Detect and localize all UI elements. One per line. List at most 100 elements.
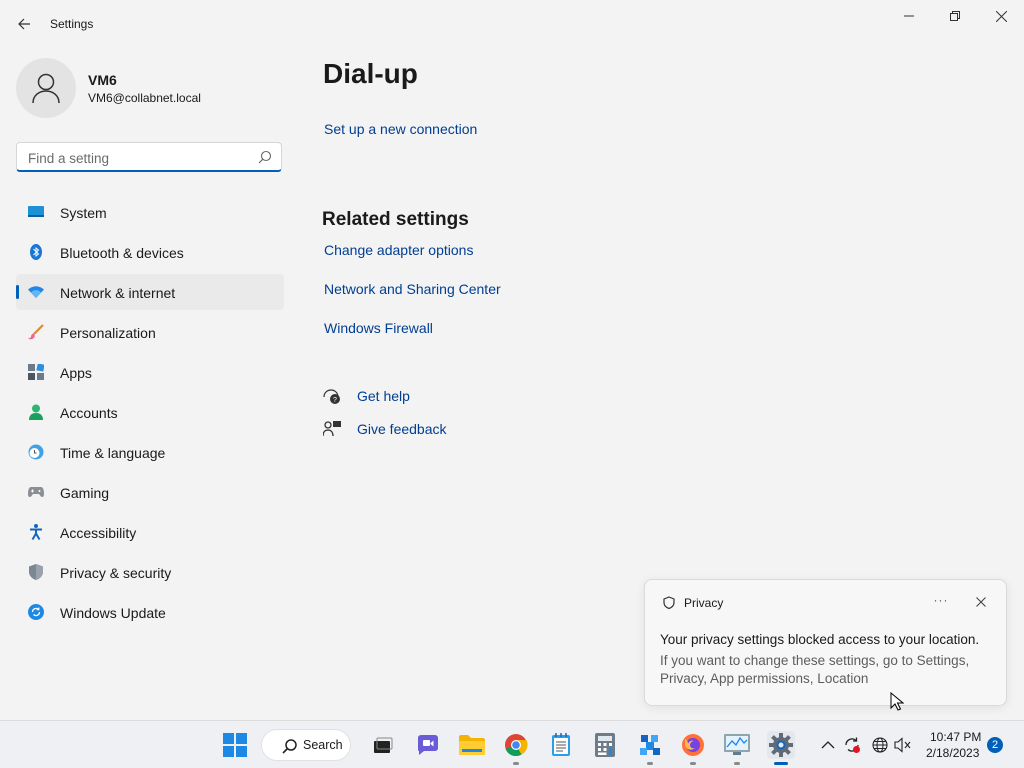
resource-monitor-button[interactable] bbox=[723, 731, 751, 765]
sidebar-item-apps[interactable]: Apps bbox=[16, 354, 284, 390]
user-name: VM6 bbox=[88, 72, 117, 88]
more-options-button[interactable]: ··· bbox=[932, 593, 950, 611]
start-button[interactable] bbox=[221, 731, 249, 759]
network-sharing-center-link[interactable]: Network and Sharing Center bbox=[324, 281, 501, 297]
settings-search-box[interactable] bbox=[16, 142, 282, 172]
chrome-icon bbox=[505, 734, 528, 757]
windows-firewall-link[interactable]: Windows Firewall bbox=[324, 320, 433, 336]
sidebar-item-label: Privacy & security bbox=[60, 565, 172, 581]
wifi-icon bbox=[28, 284, 44, 300]
mouse-cursor-icon bbox=[890, 692, 904, 711]
sync-alert-icon bbox=[845, 737, 860, 753]
clock-time[interactable]: 10:47 PM bbox=[930, 730, 981, 744]
task-view-icon bbox=[374, 737, 393, 753]
give-feedback-label: Give feedback bbox=[357, 421, 447, 437]
sidebar-item-privacy-security[interactable]: Privacy & security bbox=[16, 554, 284, 590]
chevron-up-icon bbox=[821, 741, 835, 749]
running-indicator bbox=[690, 762, 696, 765]
task-view-button[interactable] bbox=[369, 731, 397, 759]
sidebar-item-label: Gaming bbox=[60, 485, 110, 501]
accessibility-icon bbox=[28, 524, 44, 540]
close-icon bbox=[995, 10, 1007, 22]
minimize-button[interactable] bbox=[886, 0, 932, 32]
update-icon bbox=[28, 604, 44, 620]
sidebar-item-windows-update[interactable]: Windows Update bbox=[16, 594, 284, 630]
sidebar-item-label: Accessibility bbox=[60, 525, 137, 541]
network-status-button[interactable] bbox=[870, 735, 890, 755]
windows-logo-icon bbox=[223, 733, 247, 757]
avatar[interactable] bbox=[16, 58, 76, 118]
chrome-button[interactable] bbox=[502, 731, 530, 765]
shield-icon bbox=[28, 564, 44, 580]
firefox-icon bbox=[682, 734, 704, 756]
sidebar-item-gaming[interactable]: Gaming bbox=[16, 474, 284, 510]
show-hidden-icons-button[interactable] bbox=[818, 735, 838, 755]
sidebar-item-time-language[interactable]: Time & language bbox=[16, 434, 284, 470]
network-app-button[interactable] bbox=[636, 731, 664, 765]
folder-icon bbox=[459, 735, 485, 755]
sidebar-item-label: System bbox=[60, 205, 107, 221]
gamepad-icon bbox=[28, 484, 44, 500]
get-help-label: Get help bbox=[357, 388, 410, 404]
restore-icon bbox=[950, 11, 960, 21]
brush-icon bbox=[28, 324, 44, 340]
running-indicator bbox=[734, 762, 740, 765]
sidebar-item-label: Apps bbox=[60, 365, 92, 381]
running-indicator bbox=[513, 762, 519, 765]
settings-app-button[interactable] bbox=[767, 731, 795, 765]
volume-button[interactable] bbox=[893, 735, 913, 755]
change-adapter-options-link[interactable]: Change adapter options bbox=[324, 242, 473, 258]
notification-app-name: Privacy bbox=[684, 596, 724, 610]
dismiss-notification-button[interactable] bbox=[973, 594, 989, 610]
sidebar-item-system[interactable]: System bbox=[16, 194, 284, 230]
privacy-notification[interactable]: Privacy ··· Your privacy settings blocke… bbox=[644, 579, 1007, 706]
active-app-indicator bbox=[774, 762, 788, 765]
setup-new-connection-link[interactable]: Set up a new connection bbox=[324, 121, 477, 137]
file-explorer-button[interactable] bbox=[458, 731, 486, 759]
globe-icon bbox=[872, 737, 888, 753]
taskbar-search-button[interactable]: Search bbox=[261, 729, 351, 761]
help-icon: ? bbox=[322, 386, 342, 406]
search-icon bbox=[282, 739, 297, 754]
minimize-icon bbox=[904, 15, 914, 17]
close-icon bbox=[976, 597, 986, 607]
notification-count-badge[interactable]: 2 bbox=[987, 737, 1003, 753]
sidebar-item-label: Time & language bbox=[60, 445, 166, 461]
sidebar-item-label: Accounts bbox=[60, 405, 118, 421]
get-help-link[interactable]: ? Get help bbox=[322, 386, 410, 406]
calculator-button[interactable] bbox=[591, 731, 619, 759]
sidebar-item-label: Windows Update bbox=[60, 605, 166, 621]
back-arrow-icon bbox=[18, 18, 30, 30]
taskbar-search-label: Search bbox=[303, 738, 343, 752]
monitor-chart-icon bbox=[724, 734, 750, 755]
sync-tray-icon-button[interactable] bbox=[842, 735, 862, 755]
close-window-button[interactable] bbox=[978, 0, 1024, 32]
restore-button[interactable] bbox=[932, 0, 978, 32]
notepad-icon bbox=[552, 733, 570, 756]
give-feedback-link[interactable]: Give feedback bbox=[322, 419, 447, 439]
teams-chat-button[interactable] bbox=[414, 731, 442, 759]
firefox-button[interactable] bbox=[679, 731, 707, 765]
calculator-icon bbox=[595, 733, 615, 757]
back-button[interactable] bbox=[12, 12, 36, 36]
title-bar: Settings bbox=[0, 0, 1024, 48]
notification-title: Your privacy settings blocked access to … bbox=[660, 632, 980, 647]
related-settings-heading: Related settings bbox=[322, 209, 469, 230]
gear-icon bbox=[769, 733, 793, 757]
sidebar-item-personalization[interactable]: Personalization bbox=[16, 314, 284, 350]
sidebar-item-bluetooth[interactable]: Bluetooth & devices bbox=[16, 234, 284, 270]
bluetooth-icon bbox=[28, 244, 44, 260]
sidebar-item-accounts[interactable]: Accounts bbox=[16, 394, 284, 430]
clock-date[interactable]: 2/18/2023 bbox=[926, 746, 979, 760]
feedback-icon bbox=[322, 419, 342, 439]
user-email: VM6@collabnet.local bbox=[88, 91, 201, 105]
sidebar-item-accessibility[interactable]: Accessibility bbox=[16, 514, 284, 550]
notepad-button[interactable] bbox=[547, 731, 575, 759]
sidebar-item-label: Bluetooth & devices bbox=[60, 245, 184, 261]
settings-search-input[interactable] bbox=[26, 148, 250, 168]
window-title: Settings bbox=[50, 17, 94, 31]
sidebar-nav: System Bluetooth & devices Network & int… bbox=[16, 194, 284, 634]
sidebar-item-network[interactable]: Network & internet bbox=[16, 274, 284, 310]
apps-icon bbox=[28, 364, 44, 380]
system-icon bbox=[28, 204, 44, 220]
